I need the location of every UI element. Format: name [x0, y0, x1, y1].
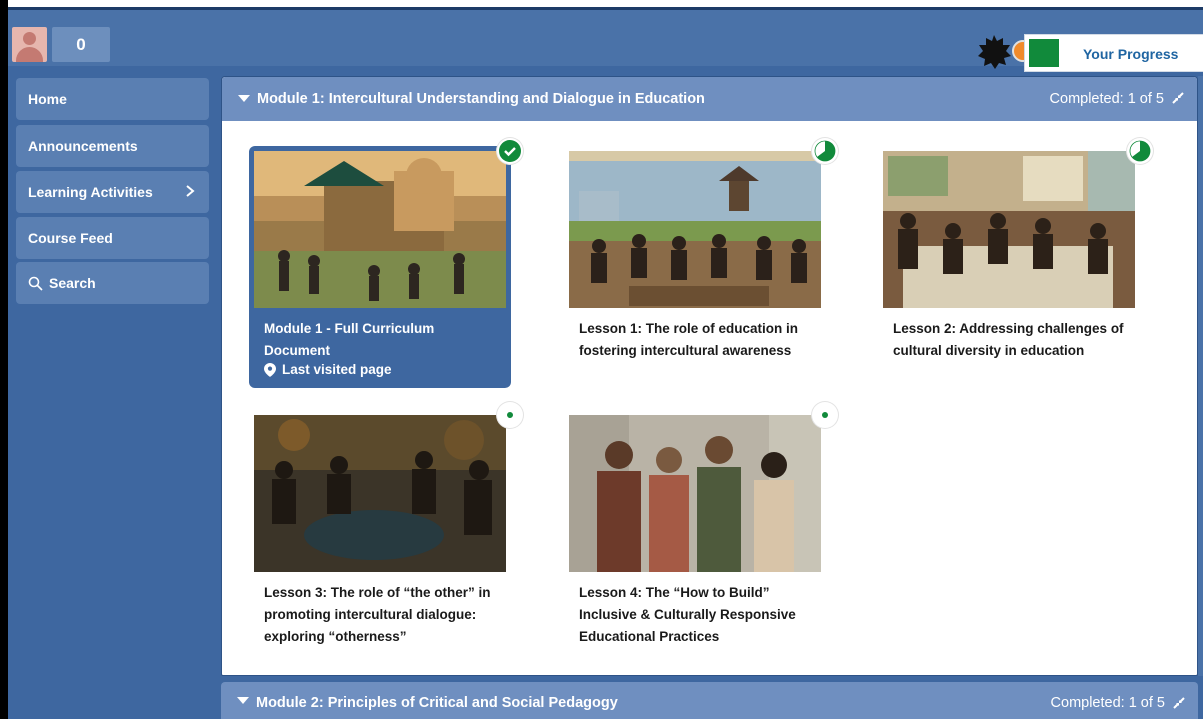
module-1-panel: Module 1: Intercultural Understanding an… — [221, 76, 1198, 676]
last-visited-label: Last visited page — [282, 362, 392, 377]
sidebar-item-announcements[interactable]: Announcements — [16, 125, 209, 167]
sidebar-item-home[interactable]: Home — [16, 78, 209, 120]
card-lesson-3[interactable]: Lesson 3: The role of “the other” in pro… — [249, 410, 511, 652]
module-2-title: Module 2: Principles of Critical and Soc… — [256, 695, 618, 711]
caret-down-icon — [237, 697, 249, 704]
module-1-title: Module 1: Intercultural Understanding an… — [257, 91, 705, 107]
sidebar-item-label: Course Feed — [28, 230, 113, 246]
collapse-icon[interactable] — [1172, 696, 1186, 710]
avatar-head-shape — [23, 32, 36, 45]
module-1-header[interactable]: Module 1: Intercultural Understanding an… — [222, 77, 1197, 121]
avatar-body-shape — [16, 47, 43, 62]
card-lesson-2[interactable]: Lesson 2: Addressing challenges of cultu… — [878, 146, 1140, 388]
study-group-image — [883, 151, 1135, 308]
module-2-completed: Completed: 1 of 5 — [1050, 695, 1165, 711]
chevron-right-icon — [186, 185, 195, 197]
not-started-status-icon — [812, 402, 838, 428]
module-1-completed: Completed: 1 of 5 — [1049, 91, 1164, 107]
app-window: 0 Your Progress Home Announcements Learn… — [0, 0, 1203, 719]
caret-down-icon — [238, 95, 250, 102]
completed-status-icon — [497, 138, 523, 164]
card-label: Lesson 4: The “How to Build” Inclusive &… — [579, 585, 796, 644]
card-lesson-1[interactable]: Lesson 1: The role of education in foste… — [564, 146, 826, 388]
progress-fill — [1029, 39, 1059, 67]
sidebar-item-label: Home — [28, 91, 67, 107]
students-group-image — [569, 415, 821, 572]
sidebar-item-label: Learning Activities — [28, 184, 153, 200]
sidebar: Home Announcements Learning Activities C… — [12, 70, 213, 719]
collapse-icon[interactable] — [1171, 91, 1185, 105]
sidebar-item-course-feed[interactable]: Course Feed — [16, 217, 209, 259]
card-lesson-4[interactable]: Lesson 4: The “How to Build” Inclusive &… — [564, 410, 826, 652]
card-label: Module 1 - Full Curriculum Document — [264, 321, 435, 358]
evening-circle-image — [254, 415, 506, 572]
in-progress-status-icon — [1127, 138, 1153, 164]
avatar[interactable] — [12, 27, 47, 62]
module-2-header[interactable]: Module 2: Principles of Critical and Soc… — [221, 682, 1198, 719]
not-started-status-icon — [497, 402, 523, 428]
sidebar-item-learning-activities[interactable]: Learning Activities — [16, 171, 209, 213]
sidebar-item-label: Announcements — [28, 138, 138, 154]
card-label: Lesson 3: The role of “the other” in pro… — [264, 585, 491, 644]
top-bar: 0 Your Progress — [8, 10, 1203, 72]
classroom-discussion-image — [569, 151, 821, 308]
campus-image — [254, 151, 506, 308]
in-progress-status-icon — [812, 138, 838, 164]
points-counter[interactable]: 0 — [52, 27, 110, 62]
your-progress-label: Your Progress — [1083, 46, 1179, 62]
top-divider — [8, 0, 1203, 10]
right-edge-panel — [1198, 76, 1203, 676]
card-module-1-full-curriculum[interactable]: Module 1 - Full Curriculum Document Last… — [249, 146, 511, 388]
search-icon — [28, 276, 43, 291]
last-visited-indicator: Last visited page — [264, 362, 392, 377]
your-progress-button[interactable]: Your Progress — [1024, 34, 1203, 72]
map-pin-icon — [264, 362, 276, 377]
badge-icon — [978, 35, 1011, 69]
card-label: Lesson 2: Addressing challenges of cultu… — [893, 321, 1124, 358]
sidebar-item-search[interactable]: Search — [16, 262, 209, 304]
card-label: Lesson 1: The role of education in foste… — [579, 321, 799, 358]
sidebar-item-label: Search — [49, 275, 96, 291]
